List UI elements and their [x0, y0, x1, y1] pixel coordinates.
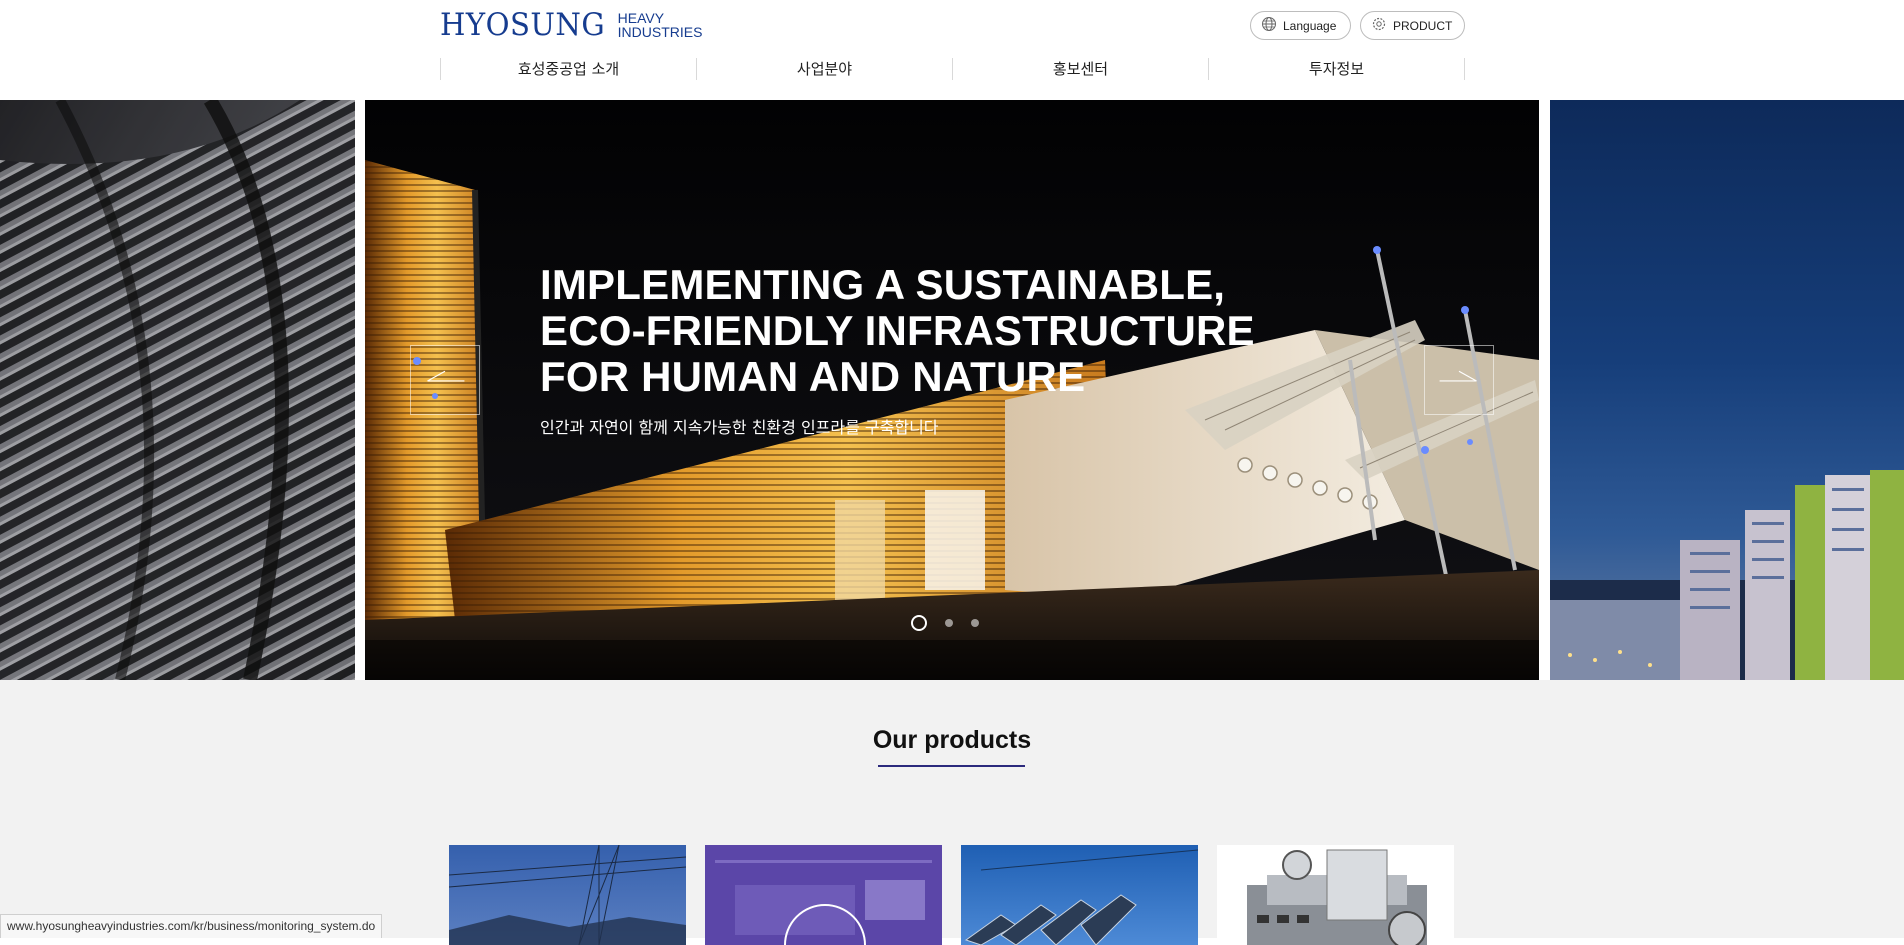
carousel-pagination	[911, 615, 979, 631]
product-label: PRODUCT	[1393, 18, 1453, 33]
language-button[interactable]: Language	[1250, 11, 1351, 40]
slide-active[interactable]: IMPLEMENTING A SUSTAINABLE, ECO-FRIENDLY…	[365, 100, 1539, 680]
logo-sub-industries: INDUSTRIES	[617, 24, 703, 40]
hero-title: IMPLEMENTING A SUSTAINABLE, ECO-FRIENDLY…	[540, 262, 1260, 400]
carousel-dot-1[interactable]	[911, 615, 927, 631]
gear-icon	[1371, 16, 1387, 35]
carousel-dot-2[interactable]	[945, 619, 953, 627]
nav-item-company[interactable]: 효성중공업 소개	[440, 58, 696, 80]
transmission-tower-image	[449, 845, 686, 945]
slide-preview-left[interactable]	[0, 100, 355, 680]
logo-wordmark: HYOSUNG	[440, 7, 606, 43]
nav-item-pr-center[interactable]: 홍보센터	[952, 58, 1208, 80]
carousel-next-button[interactable]	[1424, 345, 1494, 415]
carousel-prev-button[interactable]	[410, 345, 480, 415]
logo-sub-heavy: HEAVY	[617, 10, 665, 26]
transformer-fins-image	[0, 100, 355, 680]
product-cards	[449, 845, 1454, 945]
hero-subtitle: 인간과 자연이 함께 지속가능한 친환경 인프라를 구축합니다	[540, 418, 939, 437]
hero-title-line-1: IMPLEMENTING A SUSTAINABLE,	[540, 261, 1226, 308]
city-dusk-image	[1550, 470, 1904, 680]
hero-text: IMPLEMENTING A SUSTAINABLE, ECO-FRIENDLY…	[540, 262, 1260, 438]
hero-carousel: IMPLEMENTING A SUSTAINABLE, ECO-FRIENDLY…	[0, 100, 1904, 680]
hero-title-line-2: ECO-FRIENDLY INFRASTRUCTURE	[540, 307, 1255, 354]
arrow-left-icon	[427, 370, 465, 382]
product-card-monitoring-system[interactable]	[705, 845, 942, 945]
industrial-machine-image	[1217, 845, 1454, 945]
solar-panel-image	[961, 845, 1198, 945]
logo-subtitle: HEAVY INDUSTRIES	[618, 11, 703, 39]
hero-title-line-3: FOR HUMAN AND NATURE	[540, 353, 1086, 400]
products-title-underline	[878, 765, 1025, 767]
language-label: Language	[1283, 18, 1337, 33]
arrow-right-icon	[1439, 370, 1477, 382]
products-section: Our products	[0, 680, 1904, 945]
main-navigation: 효성중공업 소개 사업분야 홍보센터 투자정보	[440, 58, 1465, 80]
product-card-solar[interactable]	[961, 845, 1198, 945]
product-card-power-lines[interactable]	[449, 845, 686, 945]
slide-preview-right[interactable]	[1550, 100, 1904, 680]
carousel-dot-3[interactable]	[971, 619, 979, 627]
hyosung-logo[interactable]: HYOSUNG HEAVY INDUSTRIES	[440, 7, 703, 43]
products-title: Our products	[872, 726, 1032, 754]
monitoring-screen-image	[705, 845, 942, 945]
site-header: HYOSUNG HEAVY INDUSTRIES Language PRODUC…	[0, 0, 1904, 100]
browser-status-url: www.hyosungheavyindustries.com/kr/busine…	[0, 914, 383, 938]
nav-item-business[interactable]: 사업분야	[696, 58, 952, 80]
product-card-machinery[interactable]	[1217, 845, 1454, 945]
globe-icon	[1261, 16, 1277, 35]
nav-item-investor[interactable]: 투자정보	[1208, 58, 1465, 80]
product-button[interactable]: PRODUCT	[1360, 11, 1465, 40]
